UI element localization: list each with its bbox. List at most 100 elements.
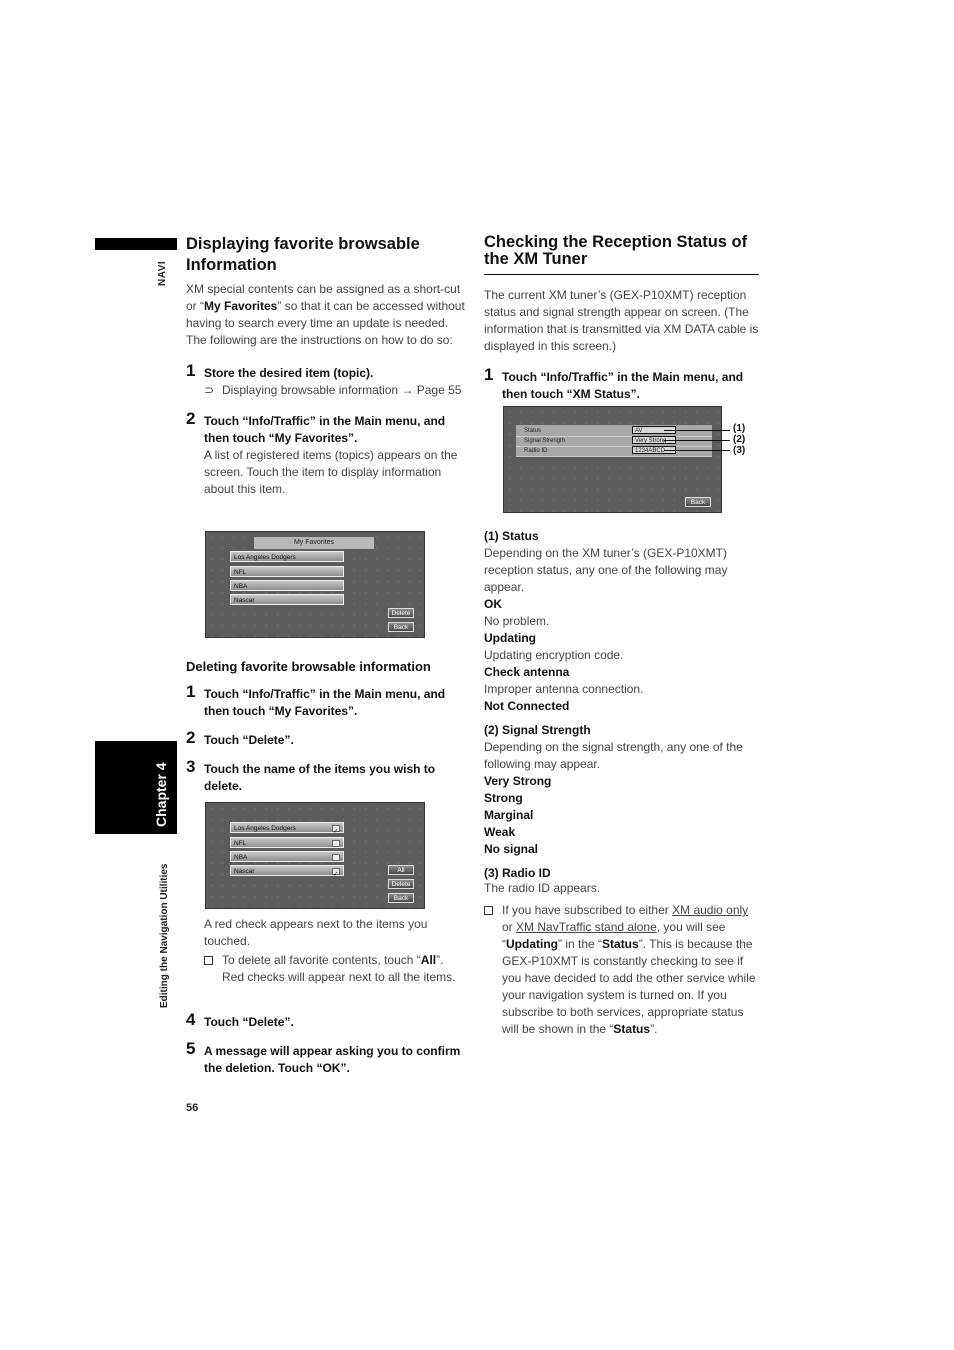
note-icon: [204, 956, 213, 965]
favorite-item[interactable]: NFL: [230, 837, 344, 848]
row-label: Signal Strength: [524, 438, 566, 444]
back-button[interactable]: Back: [685, 497, 711, 507]
note-text: ”.: [650, 1022, 658, 1036]
row-label: Status: [524, 428, 542, 434]
checked-checkbox-icon[interactable]: ✓: [332, 868, 340, 878]
step-instruction: Touch “Info/Traffic” in the Main menu, a…: [204, 687, 446, 718]
chapter-label: Chapter 4: [153, 762, 169, 827]
xm-intro: The current XM tuner’s (GEX-P10XMT) rece…: [484, 288, 759, 353]
signal-term: Very Strong: [484, 774, 552, 788]
favorite-item[interactable]: NBA: [230, 580, 344, 591]
delete-button[interactable]: Delete: [388, 879, 414, 889]
note-text: To delete all favorite contents, touch “: [222, 953, 421, 967]
delete-button[interactable]: Delete: [388, 608, 414, 618]
back-button[interactable]: Back: [388, 893, 414, 903]
delete-step-1: 1 Touch “Info/Traffic” in the Main menu,…: [186, 682, 466, 720]
xm-step-1: 1 Touch “Info/Traffic” in the Main menu,…: [484, 365, 759, 403]
callout-3: (3): [733, 445, 746, 456]
favorite-item[interactable]: Nascar: [230, 594, 344, 605]
status-term: Not Connected: [484, 699, 570, 713]
delete-final-steps: 4 Touch “Delete”. 5 A message will appea…: [186, 1010, 466, 1077]
delete-step-4: 4 Touch “Delete”.: [186, 1010, 466, 1031]
note-text: If you have subscribed to either: [502, 903, 673, 917]
step-instruction: Touch the name of the items you wish to …: [204, 762, 436, 793]
step-number: 4: [186, 1010, 196, 1029]
note-text: ” in the “: [558, 937, 603, 951]
subscription-note: If you have subscribed to either XM audi…: [484, 902, 759, 1038]
section-tab-bar: [95, 238, 177, 250]
item-label: NFL: [234, 840, 247, 847]
note-bold: Status: [613, 1022, 651, 1036]
checkbox-icon[interactable]: [332, 840, 340, 847]
status-term-desc: Updating encryption code.: [484, 648, 624, 662]
title-rule: [484, 274, 759, 275]
signal-desc: Depending on the signal strength, any on…: [484, 740, 743, 771]
my-favorites-screenshot: My Favorites Los Angeles Dodgers NFL NBA…: [205, 531, 425, 638]
intro-bold: My Favorites: [204, 299, 278, 313]
chapter-tab: Chapter 4: [95, 741, 177, 834]
step-instruction: Store the desired item (topic).: [204, 366, 374, 380]
delete-favorites-screenshot: Los Angeles Dodgers ✓ NFL NBA Nascar ✓ All…: [205, 802, 425, 909]
signal-term: Weak: [484, 825, 516, 839]
note-text: or: [502, 920, 517, 934]
screen-title: My Favorites: [254, 537, 374, 549]
favorite-item[interactable]: Nascar ✓: [230, 865, 344, 878]
xm-status-screenshot: Status AV Signal Strength Very Strong Radi…: [503, 406, 722, 513]
section-title-xm-status: Checking the Reception Status of the XM …: [484, 233, 748, 268]
section-side-label: Editing the Navigation Utilities: [158, 842, 174, 1012]
favorite-item[interactable]: NFL: [230, 566, 344, 577]
note-all: To delete all favorite contents, touch “…: [204, 952, 466, 986]
step-instruction: Touch “Info/Traffic” in the Main menu, a…: [204, 414, 446, 445]
favorite-item[interactable]: NBA: [230, 851, 344, 862]
back-button[interactable]: Back: [388, 622, 414, 632]
step-1: 1 Store the desired item (topic). ⊃ Disp…: [186, 361, 466, 399]
note-underlined: XM audio only: [672, 903, 749, 917]
favorites-intro: XM special contents can be assigned as a…: [186, 281, 466, 349]
row-label: Radio ID: [524, 448, 548, 454]
step-number: 2: [186, 728, 196, 747]
delete-step-3: 3 Touch the name of the items you wish t…: [186, 757, 466, 795]
status-term: OK: [484, 597, 502, 611]
checked-checkbox-icon[interactable]: ✓: [332, 825, 340, 835]
signal-term: Marginal: [484, 808, 534, 822]
delete-heading: Deleting favorite browsable information: [186, 659, 431, 674]
callout-line: [664, 450, 730, 451]
note-underlined: XM NavTraffic stand alone: [516, 920, 657, 934]
after-step3: A red check appears next to the items yo…: [204, 916, 466, 986]
step-detail: A red check appears next to the items yo…: [204, 917, 428, 948]
note-bold: Updating: [506, 937, 558, 951]
step-number: 2: [186, 409, 196, 428]
status-term: Updating: [484, 631, 536, 645]
step-instruction: Touch “Delete”.: [204, 1015, 294, 1029]
radio-id-row: Radio ID 1234ABCD: [516, 446, 712, 457]
left-column: Displaying favorite browsable Informatio…: [186, 234, 466, 498]
section-title-favorites: Displaying favorite browsable Informatio…: [186, 235, 420, 274]
favorite-item[interactable]: Los Angeles Dodgers ✓: [230, 822, 344, 835]
status-term-desc: No problem.: [484, 614, 550, 628]
status-descriptions: (1) Status Depending on the XM tuner’s (…: [484, 528, 759, 1038]
note-bold: Status: [602, 937, 639, 951]
delete-section: Deleting favorite browsable information …: [186, 659, 466, 795]
delete-step-2: 2 Touch “Delete”.: [186, 728, 466, 749]
radio-id-heading: (3) Radio ID: [484, 866, 551, 880]
step-number: 1: [484, 365, 494, 384]
cross-ref-icon: ⊃: [204, 383, 215, 397]
step-instruction: A message will appear asking you to conf…: [204, 1044, 461, 1075]
callout-1: (1): [733, 423, 746, 434]
all-button[interactable]: All: [388, 865, 414, 875]
item-label: Nascar: [234, 868, 255, 875]
signal-term: Strong: [484, 791, 523, 805]
checkbox-icon[interactable]: [332, 854, 340, 861]
callout-line: [664, 440, 730, 441]
item-label: Los Angeles Dodgers: [234, 825, 296, 832]
status-term-desc: Improper antenna connection.: [484, 682, 644, 696]
callout-2: (2): [733, 434, 746, 445]
radio-id-desc: The radio ID appears.: [484, 881, 601, 895]
item-label: NBA: [234, 854, 248, 861]
cross-reference: ⊃ Displaying browsable information → Pag…: [204, 382, 466, 399]
step-2: 2 Touch “Info/Traffic” in the Main menu,…: [186, 409, 466, 498]
navi-text: NAVI: [157, 260, 168, 286]
favorite-item[interactable]: Los Angeles Dodgers: [230, 551, 344, 562]
step-instruction: Touch “Info/Traffic” in the Main menu, a…: [502, 370, 744, 401]
callout-line: [664, 430, 730, 431]
